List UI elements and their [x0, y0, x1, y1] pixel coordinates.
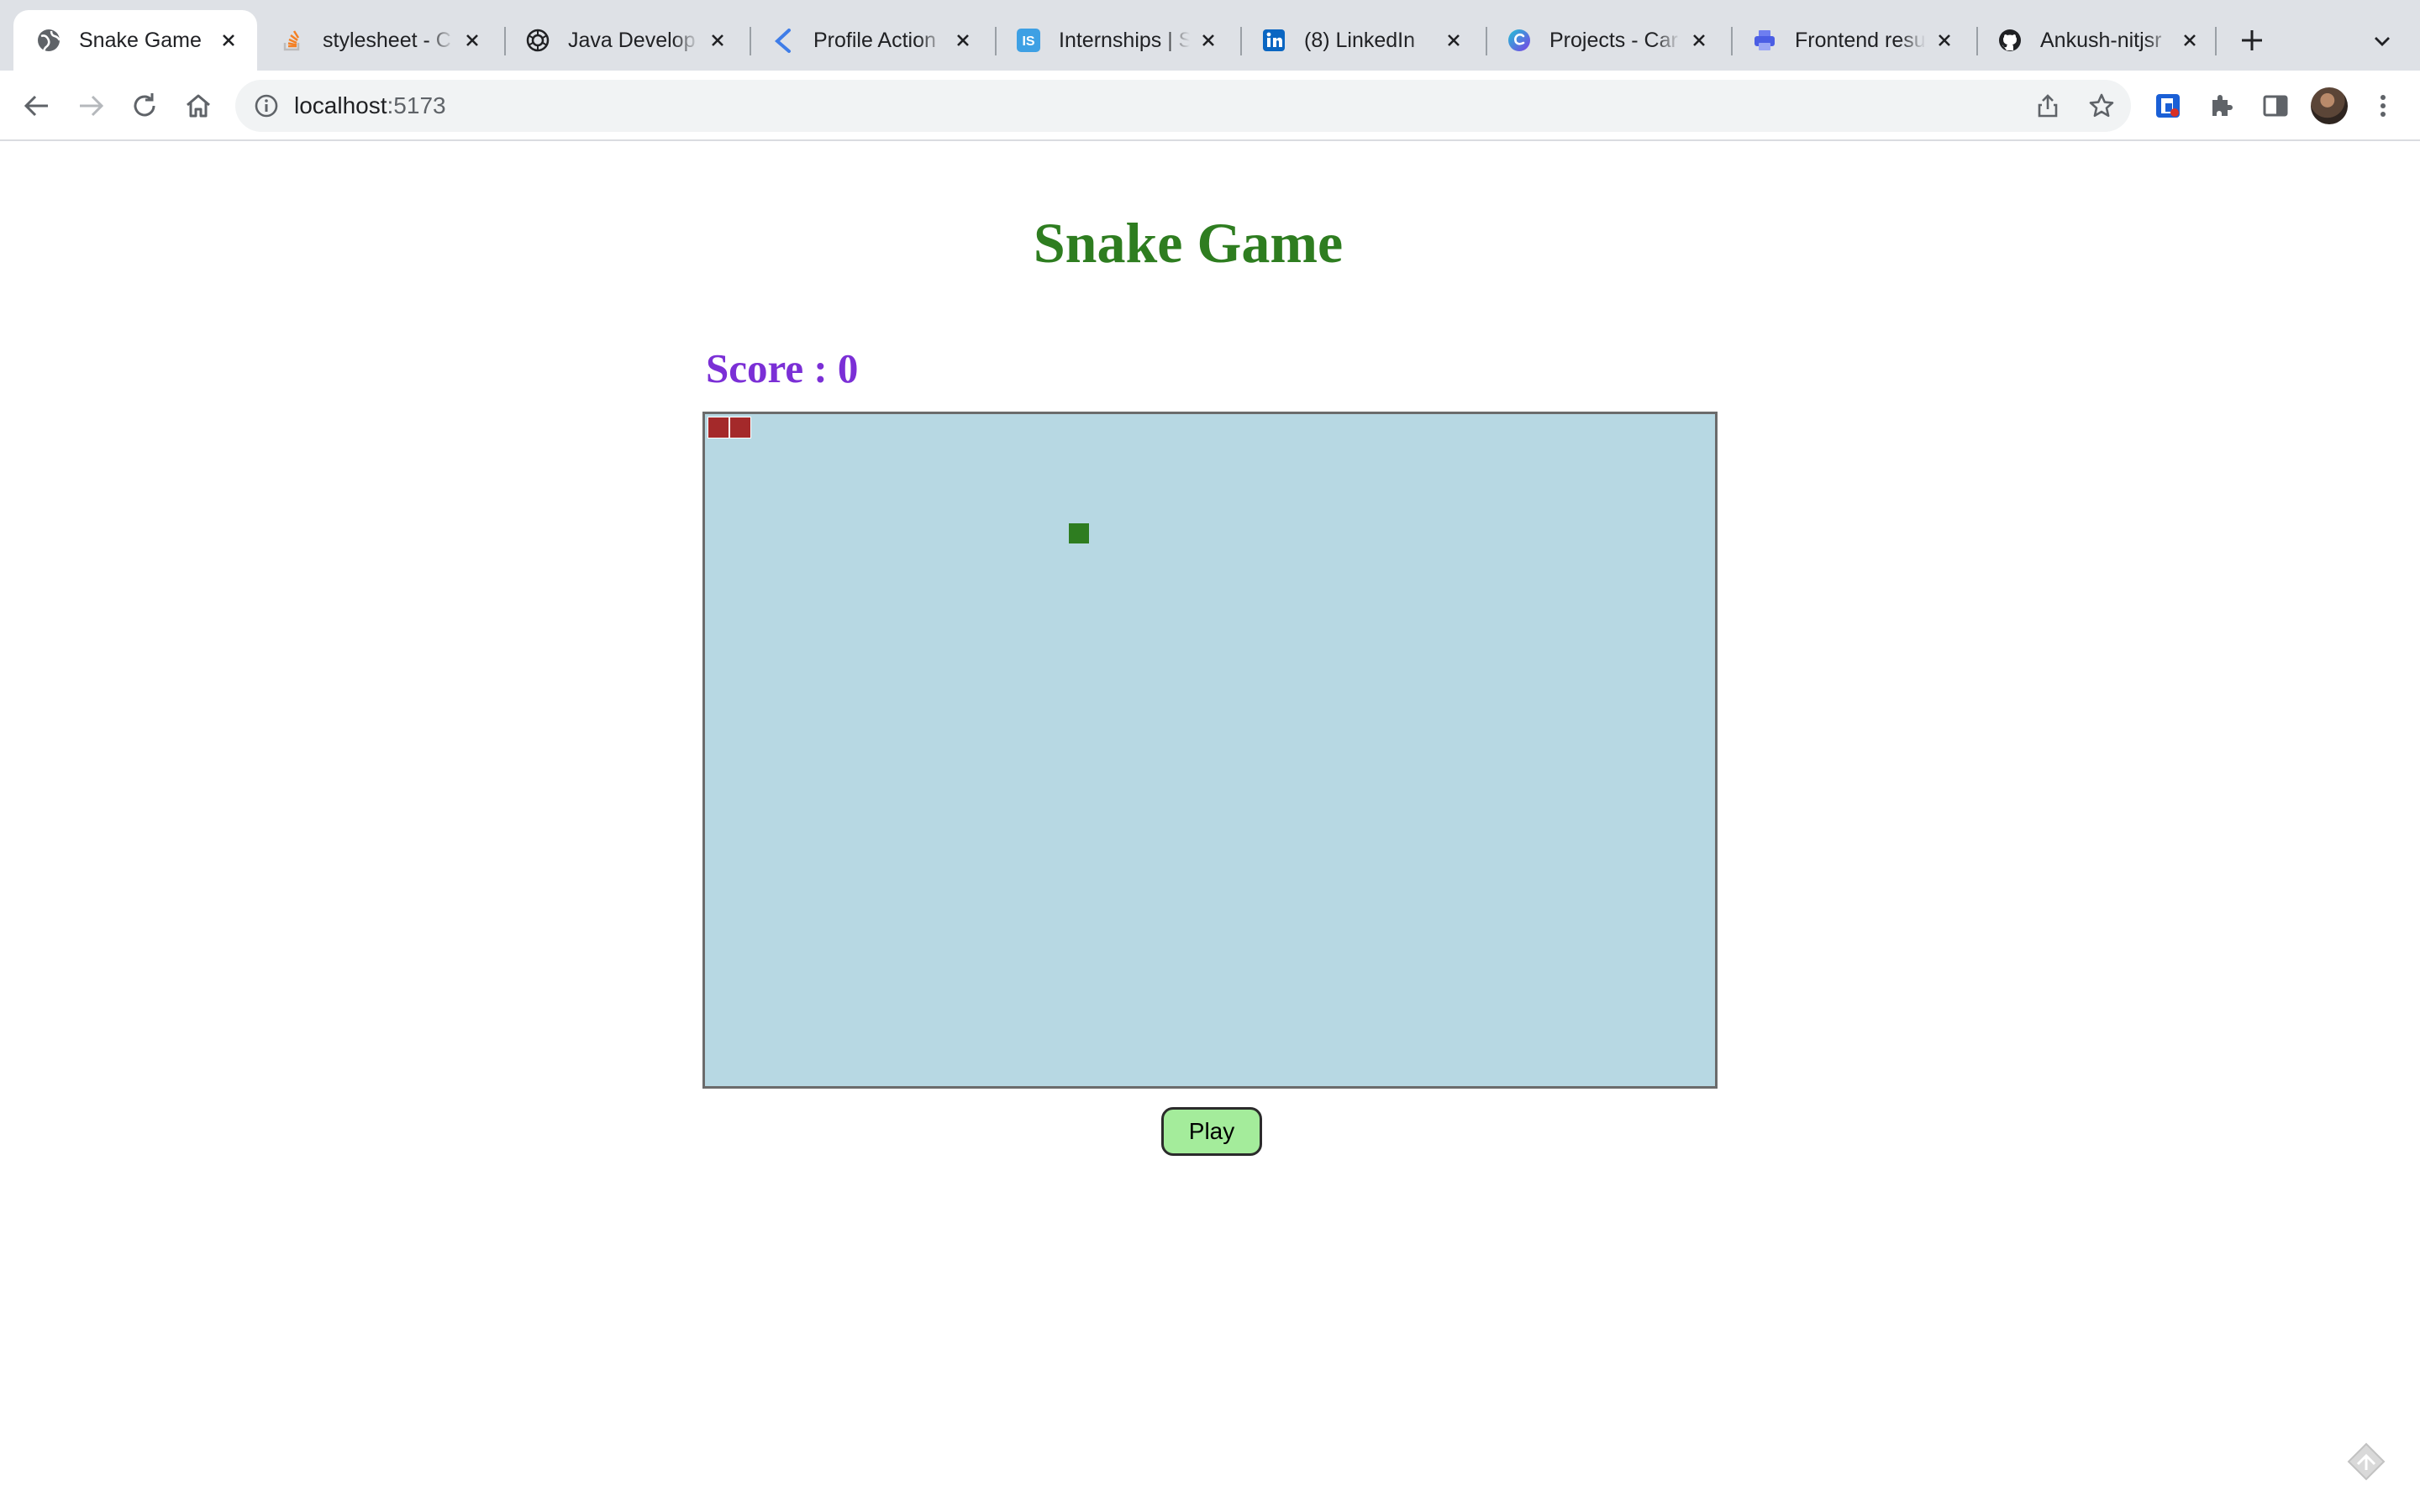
tab-title: Projects - Car	[1549, 28, 1678, 52]
bookmark-star-icon[interactable]	[2087, 92, 2116, 120]
canva-icon	[1506, 27, 1533, 54]
internshala-icon: IS	[1015, 27, 1042, 54]
globe-icon	[35, 27, 62, 54]
play-button[interactable]: Play	[1161, 1107, 1262, 1156]
new-tab-icon[interactable]	[2235, 24, 2269, 57]
svg-text:IS: IS	[1022, 34, 1034, 49]
tab-title: Snake Game	[79, 28, 202, 52]
tab-internships[interactable]: IS Internships | S	[993, 10, 1237, 71]
close-icon[interactable]	[1442, 29, 1465, 52]
close-icon[interactable]	[951, 29, 975, 52]
linkedin-icon	[1260, 27, 1287, 54]
close-icon[interactable]	[1687, 29, 1711, 52]
tab-title: Ankush-nitjsr	[2040, 28, 2162, 52]
tab-strip: Snake Game stylesheet - C Java Develop P…	[0, 0, 2420, 71]
tab-snake-game[interactable]: Snake Game	[13, 10, 257, 71]
game-board[interactable]	[702, 412, 1718, 1089]
reload-icon[interactable]	[126, 87, 163, 124]
address-bar[interactable]: localhost:5173	[235, 80, 2131, 132]
score-label: Score : 0	[706, 345, 859, 391]
url-text[interactable]: localhost:5173	[294, 92, 446, 119]
tab-java-developer[interactable]: Java Develop	[502, 10, 746, 71]
chevron-down-icon[interactable]	[2368, 27, 2396, 55]
close-icon[interactable]	[1933, 29, 1956, 52]
tab-title: Java Develop	[568, 28, 696, 52]
browser-toolbar: localhost:5173	[0, 71, 2420, 141]
profile-avatar[interactable]	[2311, 87, 2348, 124]
more-menu-icon[interactable]	[2365, 87, 2402, 124]
stackoverflow-icon	[279, 27, 306, 54]
forward-icon[interactable]	[72, 87, 109, 124]
page-title: Snake Game	[1033, 211, 1344, 275]
share-icon[interactable]	[2033, 92, 2062, 120]
tab-linkedin[interactable]: (8) LinkedIn	[1239, 10, 1482, 71]
tab-title: Profile Action	[813, 28, 936, 52]
tab-projects[interactable]: Projects - Car	[1484, 10, 1728, 71]
food-item	[1069, 523, 1089, 543]
kotlin-icon	[770, 27, 797, 54]
url-host: localhost	[294, 92, 387, 118]
tab-title: Frontend resu	[1795, 28, 1926, 52]
github-icon	[1996, 27, 2023, 54]
tab-title: stylesheet - C	[323, 28, 451, 52]
puzzle-icon[interactable]	[2203, 87, 2240, 124]
tab-title: (8) LinkedIn	[1304, 28, 1416, 52]
openai-icon	[524, 27, 551, 54]
close-icon[interactable]	[460, 29, 484, 52]
close-icon[interactable]	[2178, 29, 2202, 52]
back-icon[interactable]	[18, 87, 55, 124]
tab-stylesheet[interactable]: stylesheet - C	[257, 10, 501, 71]
snake-segment	[708, 417, 729, 438]
tab-profile-action[interactable]: Profile Action	[748, 10, 992, 71]
tab-title: Internships | S	[1059, 28, 1190, 52]
info-icon[interactable]	[252, 92, 281, 120]
url-port: :5173	[387, 92, 446, 118]
close-icon[interactable]	[1197, 29, 1220, 52]
tab-github[interactable]: Ankush-nitjsr	[1975, 10, 2218, 71]
tab-frontend-resume[interactable]: Frontend resu	[1729, 10, 1973, 71]
printer-icon	[1751, 27, 1778, 54]
close-icon[interactable]	[706, 29, 729, 52]
close-icon[interactable]	[217, 29, 240, 52]
tab-separator	[2215, 27, 2217, 55]
extension-icon[interactable]	[2149, 87, 2186, 124]
side-panel-icon[interactable]	[2257, 87, 2294, 124]
snake-segment	[729, 417, 751, 438]
diamond-arrow-icon	[2346, 1441, 2386, 1482]
home-icon[interactable]	[180, 87, 217, 124]
